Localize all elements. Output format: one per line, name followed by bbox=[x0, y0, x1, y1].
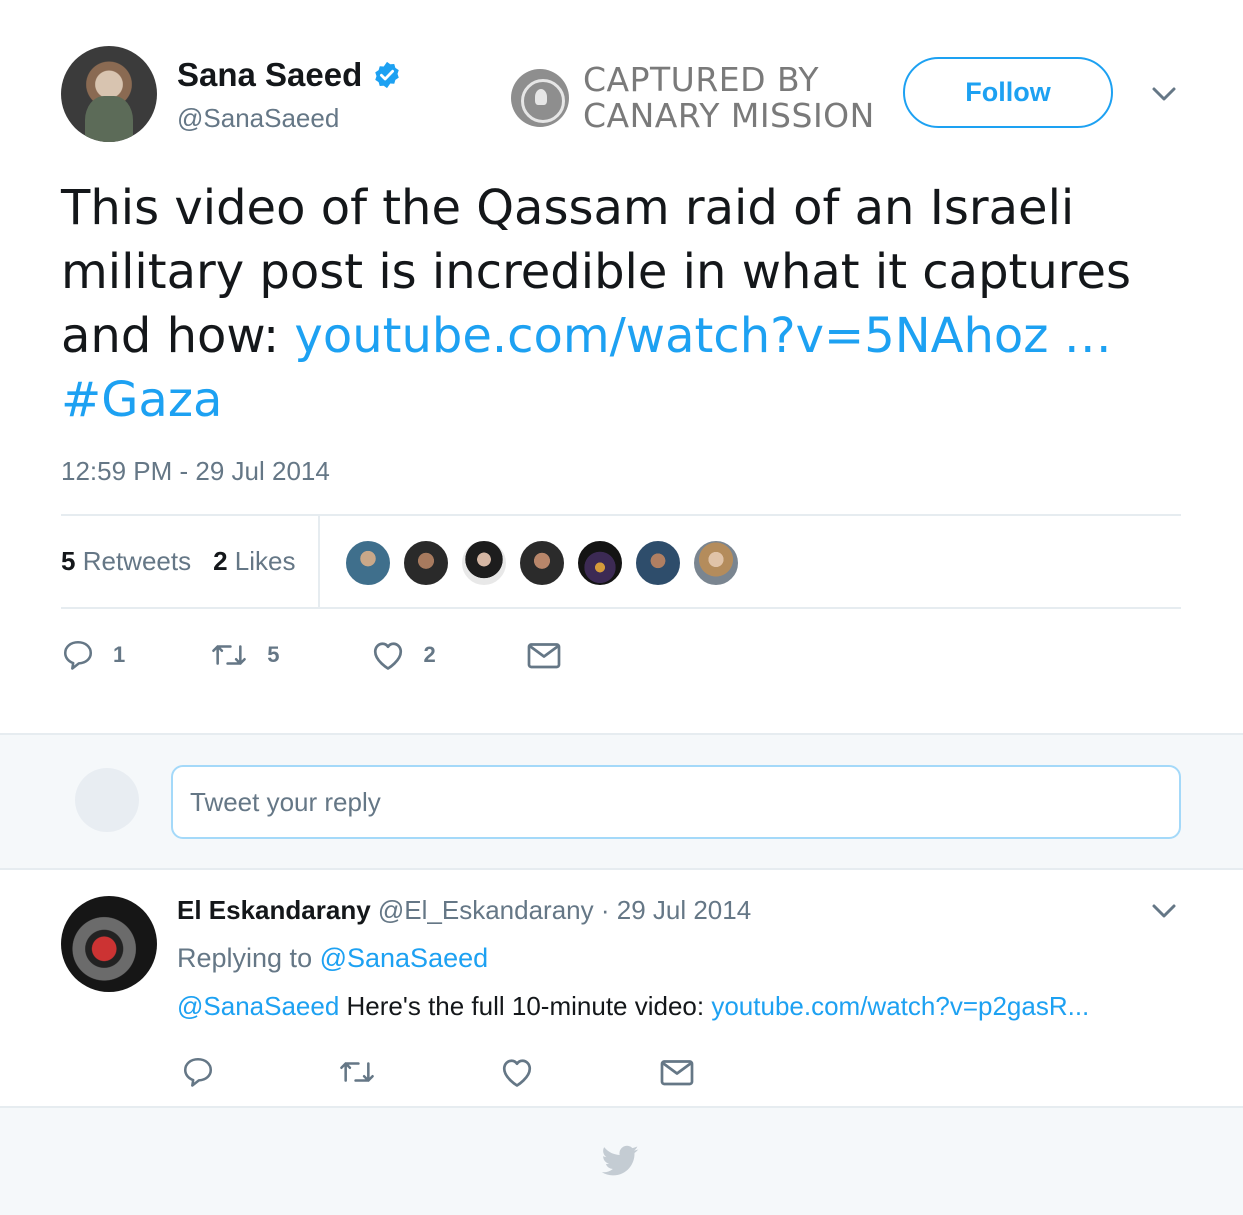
reply-author-avatar[interactable] bbox=[61, 896, 157, 992]
engagement-stats: 5 Retweets 2 Likes bbox=[61, 546, 296, 577]
like-count: 2 bbox=[423, 642, 436, 667]
retweet-action[interactable]: 5 bbox=[209, 638, 280, 672]
reply-date[interactable]: 29 Jul 2014 bbox=[617, 895, 751, 925]
divider-top bbox=[61, 514, 1181, 516]
twitter-bird-icon bbox=[601, 1145, 639, 1176]
replying-to: Replying to @SanaSaeed bbox=[177, 943, 488, 974]
reply-input[interactable]: Tweet your reply bbox=[171, 765, 1181, 839]
liker-avatar[interactable] bbox=[402, 539, 450, 587]
reply-like-icon[interactable] bbox=[499, 1055, 535, 1089]
verified-badge-icon bbox=[375, 61, 400, 89]
liker-avatar[interactable] bbox=[692, 539, 740, 587]
retweet-count: 5 bbox=[267, 642, 280, 667]
reply-meta: El Eskandarany @El_Eskandarany · 29 Jul … bbox=[177, 895, 751, 926]
reply-direct-message-icon[interactable] bbox=[659, 1056, 695, 1088]
tweet-text: This video of the Qassam raid of an Isra… bbox=[61, 176, 1161, 432]
reply-separator: · bbox=[593, 895, 617, 925]
watermark-text: CAPTURED BY CANARY MISSION bbox=[583, 62, 875, 134]
retweet-icon bbox=[212, 645, 247, 665]
liker-avatar[interactable] bbox=[344, 539, 392, 587]
reply-reply-icon[interactable] bbox=[181, 1055, 215, 1089]
author-name-row[interactable]: Sana Saeed bbox=[177, 56, 402, 94]
like-action[interactable]: 2 bbox=[370, 638, 436, 672]
liker-avatar[interactable] bbox=[460, 539, 508, 587]
like-icon bbox=[373, 642, 402, 670]
follow-button[interactable]: Follow bbox=[903, 57, 1113, 128]
liker-avatar[interactable] bbox=[518, 539, 566, 587]
chevron-down-icon[interactable] bbox=[1151, 84, 1177, 104]
replying-to-handle[interactable]: @SanaSaeed bbox=[320, 943, 489, 973]
reply-chevron-down-icon[interactable] bbox=[1151, 901, 1177, 921]
reply-body: Here's the full 10-minute video: bbox=[339, 991, 712, 1021]
tweet-hashtag[interactable]: #Gaza bbox=[61, 372, 222, 428]
retweets-stat[interactable]: 5 Retweets bbox=[61, 546, 191, 577]
reply-mention[interactable]: @SanaSaeed bbox=[177, 991, 339, 1021]
author-name[interactable]: Sana Saeed bbox=[177, 56, 362, 94]
divider-bottom bbox=[61, 607, 1181, 609]
reply-action[interactable]: 1 bbox=[61, 638, 125, 672]
liker-avatar[interactable] bbox=[634, 539, 682, 587]
likes-stat-count: 2 bbox=[213, 546, 228, 576]
author-handle[interactable]: @SanaSaeed bbox=[177, 103, 339, 134]
retweets-stat-label: Retweets bbox=[82, 546, 192, 576]
current-user-avatar bbox=[75, 768, 139, 832]
retweets-stat-count: 5 bbox=[61, 546, 76, 576]
liker-avatar[interactable] bbox=[576, 539, 624, 587]
canary-mission-logo bbox=[511, 69, 569, 127]
reply-retweet-icon[interactable] bbox=[337, 1055, 377, 1089]
reply-author-handle[interactable]: @El_Eskandarany bbox=[378, 895, 594, 925]
watermark-line-2: CANARY MISSION bbox=[583, 96, 875, 135]
reply-actions bbox=[181, 1055, 695, 1089]
reply-icon bbox=[63, 640, 93, 670]
author-avatar[interactable] bbox=[61, 46, 157, 142]
reply-text: @SanaSaeed Here's the full 10-minute vid… bbox=[177, 991, 1089, 1022]
canary-mission-watermark: CAPTURED BY CANARY MISSION bbox=[511, 62, 875, 134]
likes-stat[interactable]: 2 Likes bbox=[213, 546, 295, 577]
reply-author-name[interactable]: El Eskandarany bbox=[177, 895, 371, 925]
stats-divider bbox=[318, 516, 320, 608]
direct-message-action[interactable] bbox=[526, 639, 562, 671]
reply-link[interactable]: youtube.com/watch?v=p2gasR... bbox=[711, 991, 1089, 1021]
tweet-link[interactable]: youtube.com/watch?v=5NAhoz … bbox=[294, 308, 1111, 364]
watermark-line-1: CAPTURED BY bbox=[583, 60, 820, 99]
tweet-actions: 1 5 2 bbox=[61, 638, 562, 672]
tweet-timestamp[interactable]: 12:59 PM - 29 Jul 2014 bbox=[61, 456, 330, 487]
replying-prefix: Replying to bbox=[177, 943, 320, 973]
reply-count: 1 bbox=[113, 642, 126, 667]
direct-message-icon bbox=[527, 643, 561, 669]
liker-avatars bbox=[344, 539, 740, 587]
likes-stat-label: Likes bbox=[234, 546, 296, 576]
